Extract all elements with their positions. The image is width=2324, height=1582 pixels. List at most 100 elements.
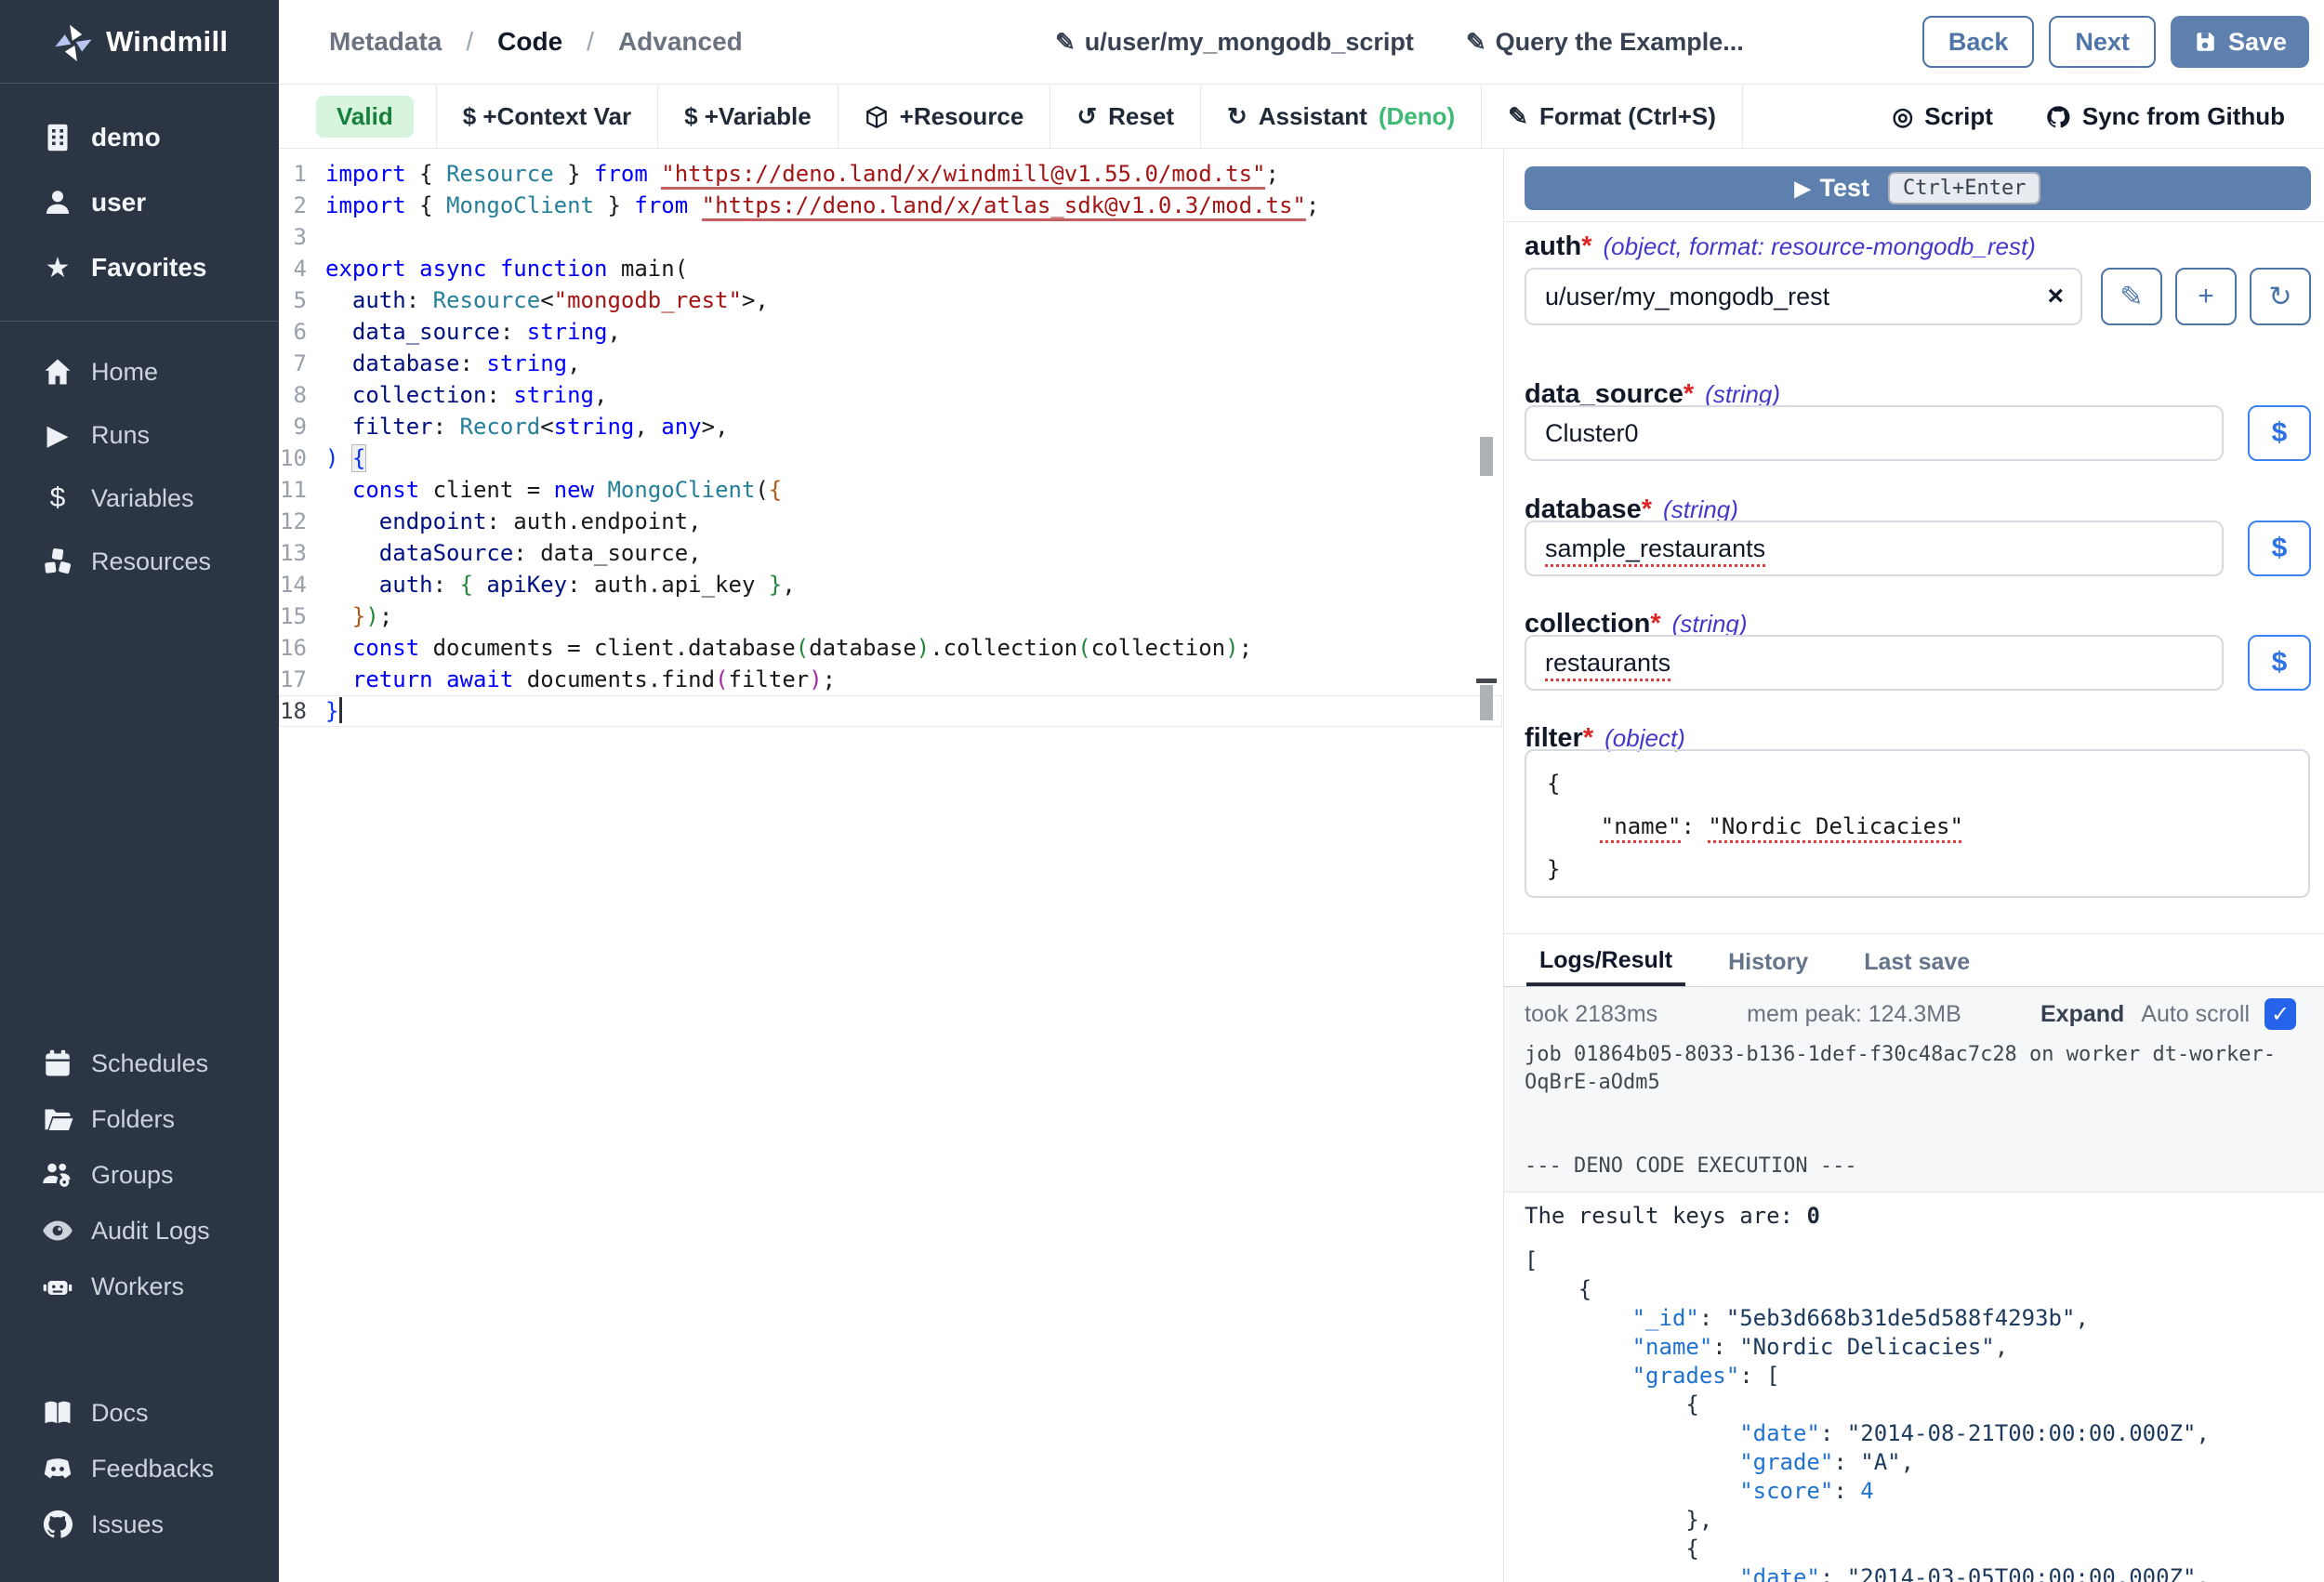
sidebar-item-schedules[interactable]: Schedules — [0, 1035, 279, 1091]
sidebar-item-resources[interactable]: Resources — [0, 530, 279, 593]
database-input[interactable]: sample_restaurants — [1525, 521, 2224, 576]
scrollbar-thumb[interactable] — [1480, 685, 1493, 720]
sidebar-item-groups[interactable]: Groups — [0, 1147, 279, 1203]
next-button[interactable]: Next — [2049, 16, 2156, 68]
sidebar-item-folders[interactable]: Folders — [0, 1091, 279, 1147]
admin-block: Schedules Folders Groups — [0, 1035, 279, 1314]
test-button[interactable]: ▶ Test Ctrl+Enter — [1525, 166, 2311, 210]
play-icon: ▶ — [37, 419, 78, 452]
dollar-icon: $ — [2272, 533, 2288, 564]
result-json-viewer: [ { "_id": "5eb3d668b31de5d588f4293b", "… — [1525, 1246, 2210, 1582]
scrollbar-thumb[interactable] — [1480, 437, 1493, 476]
line-number: 10 — [279, 442, 325, 474]
line: "score": 4 — [1525, 1477, 2210, 1506]
code-editor[interactable]: 1import { Resource } from "https://deno.… — [279, 150, 1502, 1582]
line-number: 15 — [279, 600, 325, 632]
sidebar-item-favorites[interactable]: ★ Favorites — [0, 235, 279, 300]
filter-json-editor[interactable]: { "name": "Nordic Delicacies"} — [1525, 749, 2310, 898]
line: OqBrE-aOdm5 — [1525, 1069, 2276, 1097]
sidebar-item-docs[interactable]: Docs — [0, 1385, 279, 1441]
data-source-var-button[interactable]: $ — [2248, 405, 2311, 461]
sidebar-item-issues[interactable]: Issues — [0, 1496, 279, 1552]
script-path: u/user/my_mongodb_script — [1085, 28, 1414, 57]
clear-icon[interactable]: × — [2047, 281, 2064, 312]
line: 3 — [279, 221, 1502, 253]
log-meta-row: took 2183ms mem peak: 124.3MB Expand Aut… — [1525, 998, 2296, 1030]
line: { — [1525, 1535, 2210, 1563]
collection-value: restaurants — [1545, 649, 1670, 678]
line: { — [1525, 1391, 2210, 1419]
autoscroll-checkbox[interactable]: ✓ — [2265, 998, 2296, 1030]
auth-resource-input[interactable]: u/user/my_mongodb_rest × — [1525, 268, 2082, 325]
line: 9 filter: Record<string, any>, — [279, 411, 1502, 442]
sidebar-item-home[interactable]: Home — [0, 340, 279, 403]
plus-icon: + — [2198, 281, 2214, 312]
editor-toolbar: Valid $ +Context Var $ +Variable +Resour… — [279, 86, 2324, 149]
data-source-value: Cluster0 — [1545, 419, 1639, 448]
sidebar-item-workspace[interactable]: demo — [0, 105, 279, 170]
line-number: 16 — [279, 632, 325, 664]
dollar-icon: $ — [37, 482, 78, 514]
resource-label: +Resource — [900, 102, 1024, 131]
script-kind-button[interactable]: ◎ Script — [1893, 102, 1993, 131]
sidebar-item-runs[interactable]: ▶ Runs — [0, 403, 279, 467]
github-icon — [37, 1508, 78, 1541]
tab-logs-result[interactable]: Logs/Result — [1526, 938, 1685, 986]
package-icon — [865, 105, 889, 129]
script-titles: ✎ u/user/my_mongodb_script ✎ Query the E… — [1055, 0, 1744, 84]
script-title-edit[interactable]: ✎ Query the Example... — [1466, 28, 1744, 57]
sidebar-item-audit-logs[interactable]: Audit Logs — [0, 1203, 279, 1259]
header: Metadata / Code / Advanced ✎ u/user/my_m… — [279, 0, 2324, 85]
breadcrumb-advanced[interactable]: Advanced — [618, 27, 743, 57]
sidebar-item-variables[interactable]: $ Variables — [0, 467, 279, 530]
toolbar-right: ◎ Script Sync from Github — [1893, 102, 2286, 131]
line: 1import { Resource } from "https://deno.… — [279, 158, 1502, 190]
breadcrumb-code[interactable]: Code — [497, 27, 562, 57]
sidebar-item-workers[interactable]: Workers — [0, 1259, 279, 1314]
log-section: took 2183ms mem peak: 124.3MB Expand Aut… — [1504, 987, 2324, 1193]
shortcut-chip: Ctrl+Enter — [1888, 172, 2040, 204]
pencil-icon: ✎ — [2119, 281, 2143, 313]
assistant-button[interactable]: ↻ Assistant (Deno) — [1201, 86, 1482, 148]
database-var-button[interactable]: $ — [2248, 521, 2311, 576]
test-label-wrap: ▶ Test — [1795, 174, 1869, 203]
script-path-edit[interactable]: ✎ u/user/my_mongodb_script — [1055, 28, 1414, 57]
pencil-icon: ✎ — [1055, 28, 1076, 57]
save-button[interactable]: Save — [2171, 16, 2309, 68]
home-icon — [37, 355, 78, 389]
expand-button[interactable]: Expand — [2040, 1001, 2124, 1028]
data-source-input[interactable]: Cluster0 — [1525, 405, 2224, 461]
line-number: 5 — [279, 284, 325, 316]
line: 14 auth: { apiKey: auth.api_key }, — [279, 569, 1502, 600]
logo[interactable]: Windmill — [0, 0, 279, 84]
collection-input[interactable]: restaurants — [1525, 635, 2224, 691]
sync-github-button[interactable]: Sync from Github — [2045, 102, 2285, 131]
back-button[interactable]: Back — [1922, 16, 2035, 68]
format-button[interactable]: ✎ Format (Ctrl+S) — [1482, 86, 1743, 148]
play-icon: ▶ — [1795, 177, 1811, 201]
tab-history[interactable]: History — [1715, 938, 1821, 986]
add-context-var-button[interactable]: $ +Context Var — [436, 86, 658, 148]
edit-resource-button[interactable]: ✎ — [2101, 268, 2162, 325]
add-resource-button[interactable]: + — [2175, 268, 2237, 325]
line-number: 1 — [279, 158, 325, 190]
line: 2import { MongoClient } from "https://de… — [279, 190, 1502, 221]
line: 5 auth: Resource<"mongodb_rest">, — [279, 284, 1502, 316]
code-lines: 1import { Resource } from "https://deno.… — [279, 158, 1502, 727]
audit-logs-label: Audit Logs — [91, 1217, 210, 1246]
line: 17 return await documents.find(filter); — [279, 664, 1502, 695]
sidebar-item-feedbacks[interactable]: Feedbacks — [0, 1441, 279, 1496]
sidebar-item-user[interactable]: user — [0, 170, 279, 235]
add-resource-button[interactable]: +Resource — [838, 86, 1051, 148]
line-number: 9 — [279, 411, 325, 442]
add-variable-button[interactable]: $ +Variable — [658, 86, 838, 148]
format-label: Format (Ctrl+S) — [1539, 102, 1716, 131]
reset-button[interactable]: ↺ Reset — [1050, 86, 1201, 148]
breadcrumb-metadata[interactable]: Metadata — [329, 27, 442, 57]
line: "date": "2014-03-05T00:00:00.000Z", — [1525, 1563, 2210, 1582]
auth-field-label: auth* (object, format: resource-mongodb_… — [1525, 231, 2036, 262]
cubes-icon — [37, 545, 78, 578]
collection-var-button[interactable]: $ — [2248, 635, 2311, 691]
refresh-resource-button[interactable]: ↻ — [2250, 268, 2311, 325]
tab-last-save[interactable]: Last save — [1851, 938, 1983, 986]
